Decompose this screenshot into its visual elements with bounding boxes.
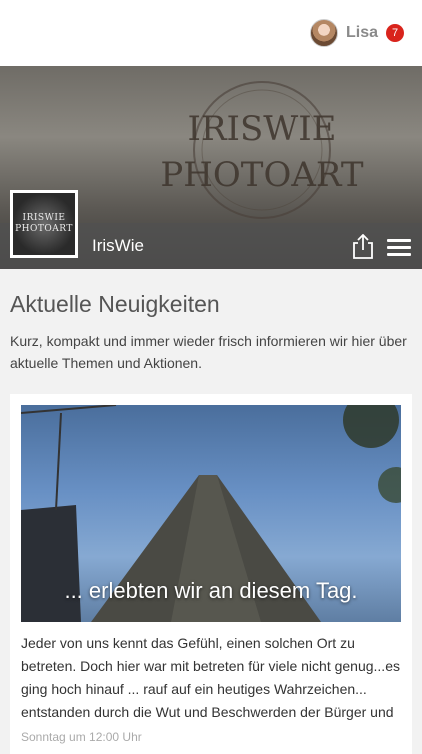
hero-brand-watermark: IRISWIE PHOTOART [112,78,412,223]
logo-line-2: PHOTOART [15,224,73,234]
hero-brand-line-2: PHOTOART [160,155,364,195]
profile-logo[interactable]: IRISWIE PHOTOART [10,190,78,258]
share-button[interactable] [348,232,378,262]
notification-badge[interactable]: 7 [386,24,404,42]
avatar[interactable] [309,19,338,47]
hamburger-menu-icon [387,235,411,260]
page-title: IrisWie [92,236,144,255]
menu-button[interactable] [384,232,414,262]
news-card[interactable]: ... erlebten wir an diesem Tag. Jeder vo… [10,394,412,754]
hero-brand-line-1: IRISWIE [188,109,337,149]
news-card-caption: ... erlebten wir an diesem Tag. [64,578,358,603]
news-card-image[interactable]: ... erlebten wir an diesem Tag. [21,405,401,622]
section-title: Aktuelle Neuigkeiten [10,291,220,317]
logo-line-1: IRISWIE [22,213,66,223]
main-content: Aktuelle Neuigkeiten Kurz, kompakt und i… [0,269,422,754]
share-icon [353,234,373,259]
news-card-text: Jeder von uns kennt das Gefühl, einen so… [21,635,400,720]
user-name[interactable]: Lisa [346,24,378,42]
news-card-timestamp: Sonntag um 12:00 Uhr [21,730,142,744]
logo-image: IRISWIE PHOTOART [13,193,75,255]
user-profile[interactable]: Lisa 7 [309,19,404,47]
section-description: Kurz, kompakt und immer wieder frisch in… [10,333,407,371]
top-bar: Lisa 7 [0,0,422,66]
